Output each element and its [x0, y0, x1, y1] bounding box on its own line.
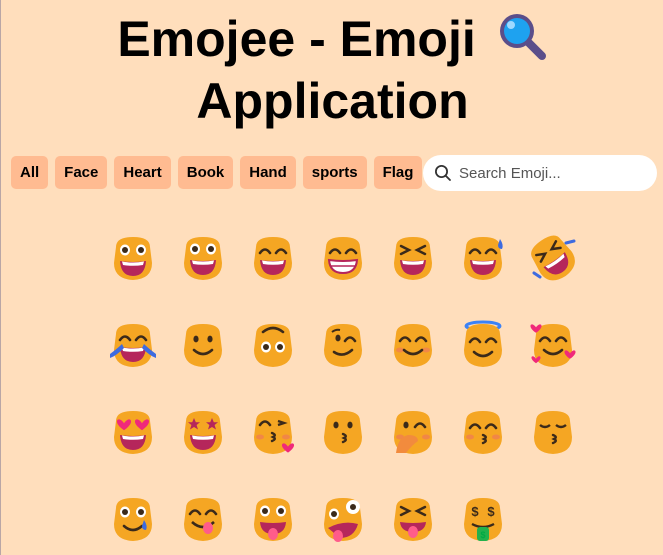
smiling-face-halo-emoji[interactable]: [458, 320, 508, 370]
face-savoring-food-emoji[interactable]: [178, 494, 228, 544]
filter-hand-button[interactable]: Hand: [240, 156, 296, 189]
empty-cell: [528, 494, 578, 544]
kissing-face-emoji[interactable]: [318, 407, 368, 457]
rolling-on-floor-laughing-emoji[interactable]: [528, 233, 578, 283]
smiling-face-smiling-eyes-emoji[interactable]: [388, 320, 438, 370]
money-mouth-face-emoji[interactable]: $ $ $: [458, 494, 508, 544]
filter-flag-button[interactable]: Flag: [373, 156, 423, 189]
magnifier-icon: [496, 10, 548, 73]
page-title: Emojee - Emoji Application: [1, 10, 663, 129]
grinning-face-emoji[interactable]: [108, 233, 158, 283]
squinting-face-tongue-emoji[interactable]: [388, 494, 438, 544]
grinning-face-big-eyes-emoji[interactable]: [178, 233, 228, 283]
zany-face-emoji[interactable]: [318, 494, 368, 544]
search-box[interactable]: [423, 155, 657, 191]
search-icon: [435, 165, 451, 181]
emoji-grid: $ $ $: [108, 233, 578, 544]
kissing-face-closed-eyes-emoji[interactable]: [528, 407, 578, 457]
filter-sports-button[interactable]: sports: [302, 156, 367, 189]
star-struck-emoji[interactable]: [178, 407, 228, 457]
face-blowing-kiss-emoji[interactable]: [248, 407, 298, 457]
smiling-face-hearts-emoji[interactable]: [528, 320, 578, 370]
search-input[interactable]: [457, 163, 641, 183]
svg-text:$: $: [480, 530, 485, 540]
grinning-squinting-face-emoji[interactable]: [388, 233, 438, 283]
smiling-face-heart-eyes-emoji[interactable]: [108, 407, 158, 457]
face-with-tongue-emoji[interactable]: [248, 494, 298, 544]
grinning-face-smiling-eyes-emoji[interactable]: [248, 233, 298, 283]
beaming-face-emoji[interactable]: [318, 233, 368, 283]
svg-text:$: $: [471, 504, 479, 519]
filter-heart-button[interactable]: Heart: [114, 156, 171, 189]
slightly-smiling-face-emoji[interactable]: [178, 320, 228, 370]
svg-text:$: $: [487, 504, 495, 519]
winking-face-emoji[interactable]: [318, 320, 368, 370]
face-hand-over-mouth-emoji[interactable]: [388, 407, 438, 457]
filter-all-button[interactable]: All: [11, 156, 49, 189]
kissing-face-smiling-eyes-emoji[interactable]: [458, 407, 508, 457]
upside-down-face-emoji[interactable]: [248, 320, 298, 370]
face-with-tears-of-joy-emoji[interactable]: [108, 320, 158, 370]
smiling-face-with-tear-emoji[interactable]: [108, 494, 158, 544]
filter-book-button[interactable]: Book: [177, 156, 234, 189]
title-line-1: Emojee - Emoji: [117, 11, 476, 67]
grinning-face-sweat-emoji[interactable]: [458, 233, 508, 283]
title-line-2: Application: [196, 73, 469, 129]
category-filter-bar: All Face Heart Book Hand sports Flag: [11, 156, 423, 189]
filter-face-button[interactable]: Face: [55, 156, 108, 189]
